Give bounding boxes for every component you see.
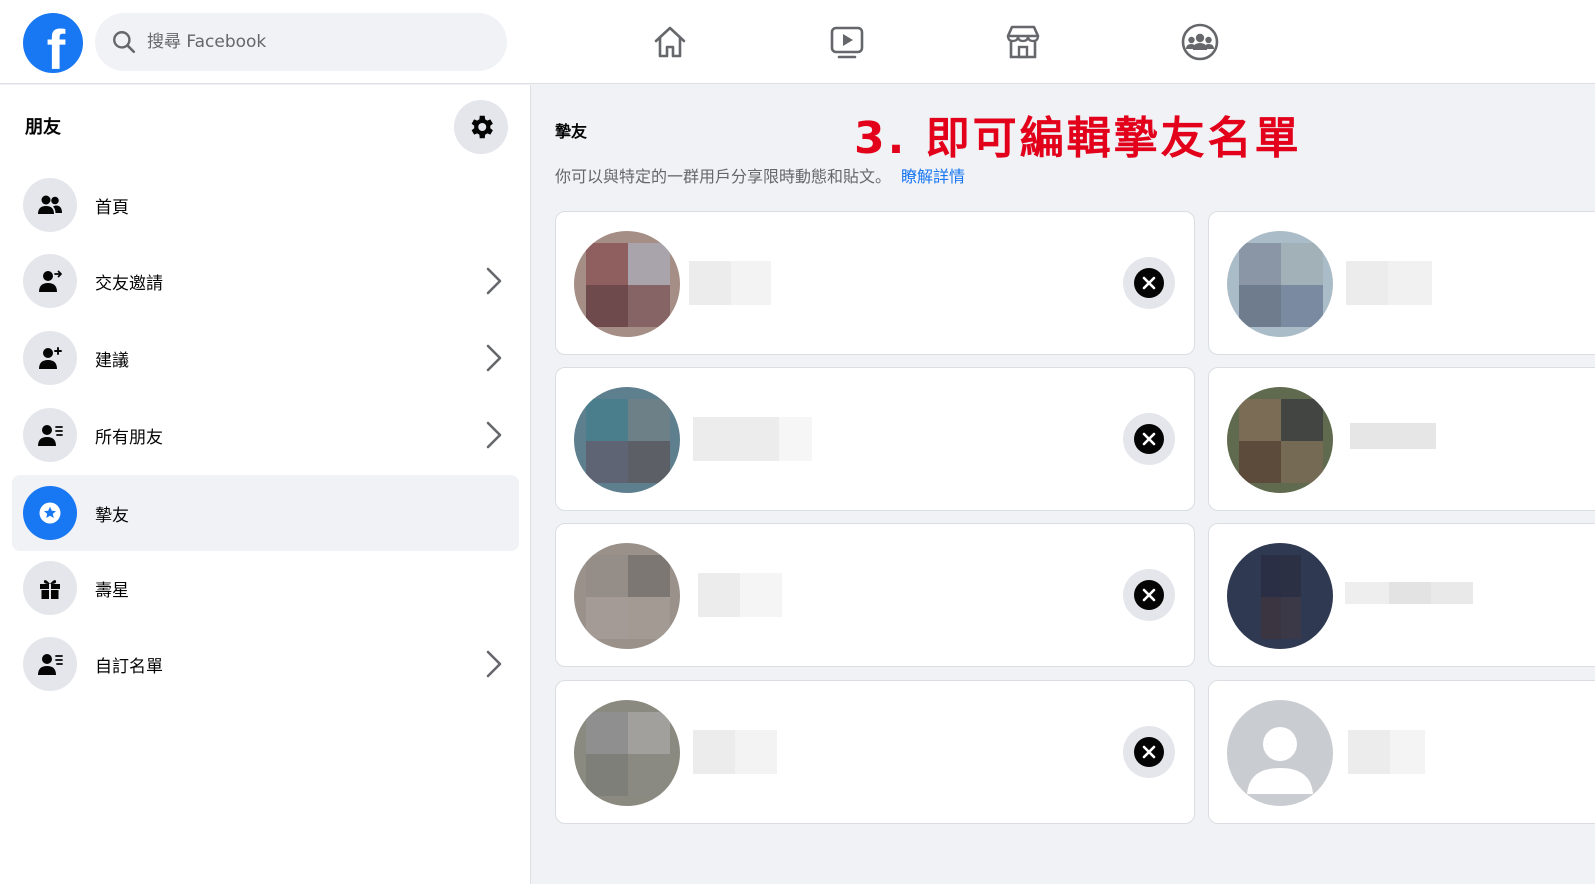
friend-list-icon	[23, 408, 77, 462]
sidebar-item-label: 交友邀請	[95, 273, 163, 294]
friend-card[interactable]	[555, 523, 1195, 667]
sidebar-item-label: 首頁	[95, 197, 129, 218]
friend-card[interactable]	[1208, 211, 1595, 355]
name-redacted	[693, 730, 777, 774]
groups-icon[interactable]	[1178, 20, 1222, 64]
friend-card[interactable]	[1208, 367, 1595, 511]
gift-icon	[23, 561, 77, 615]
sidebar-item-close-friends[interactable]: 摯友	[12, 475, 519, 551]
avatar[interactable]	[574, 543, 680, 649]
chevron-right-icon	[486, 267, 502, 295]
chevron-right-icon	[486, 650, 502, 678]
sidebar-item-label: 摯友	[95, 505, 129, 526]
name-redacted	[689, 261, 771, 305]
custom-list-icon	[23, 637, 77, 691]
sidebar-item-label: 壽星	[95, 580, 129, 601]
search-box[interactable]	[95, 13, 507, 71]
learn-more-link[interactable]: 瞭解詳情	[901, 167, 965, 186]
avatar[interactable]	[1227, 231, 1333, 337]
page-description: 你可以與特定的一群用戶分享限時動態和貼文。 瞭解詳情	[555, 163, 965, 187]
close-icon	[1142, 745, 1156, 759]
page-title: 摯友	[555, 122, 588, 141]
sidebar-item-label: 建議	[95, 350, 129, 371]
settings-button[interactable]	[454, 100, 508, 154]
facebook-logo[interactable]: f	[23, 13, 83, 78]
close-icon	[1142, 588, 1156, 602]
avatar[interactable]	[574, 387, 680, 493]
name-redacted	[1346, 261, 1432, 305]
friend-card[interactable]	[555, 680, 1195, 824]
sidebar-item-home[interactable]: 首頁	[12, 167, 519, 243]
name-redacted	[1350, 423, 1436, 449]
avatar[interactable]	[574, 700, 680, 806]
gear-icon	[471, 115, 493, 139]
close-icon	[1142, 276, 1156, 290]
remove-friend-button[interactable]	[1123, 569, 1175, 621]
remove-friend-button[interactable]	[1123, 257, 1175, 309]
friend-card[interactable]	[1208, 680, 1595, 824]
name-redacted	[1345, 582, 1473, 604]
friend-card[interactable]	[1208, 523, 1595, 667]
avatar[interactable]	[1227, 543, 1333, 649]
name-redacted	[698, 573, 782, 617]
marketplace-icon[interactable]	[1001, 20, 1045, 64]
watch-icon[interactable]	[825, 20, 869, 64]
default-profile-icon	[1247, 727, 1313, 794]
sidebar-item-custom-lists[interactable]: 自訂名單	[12, 626, 519, 702]
top-navigation-bar: f	[0, 0, 1595, 84]
name-redacted	[1348, 730, 1425, 774]
avatar[interactable]	[574, 231, 680, 337]
sidebar-item-label: 所有朋友	[95, 427, 163, 448]
friend-card[interactable]	[555, 367, 1195, 511]
friends-sidebar: 朋友 首頁 交友邀請 建議 所有朋友 摯友 壽星 自訂名單	[0, 85, 531, 884]
search-input[interactable]	[147, 32, 467, 52]
friend-request-icon	[23, 254, 77, 308]
chevron-right-icon	[486, 344, 502, 372]
friends-icon	[23, 178, 77, 232]
friend-card[interactable]	[555, 211, 1195, 355]
sidebar-item-friend-requests[interactable]: 交友邀請	[12, 243, 519, 319]
sidebar-item-all-friends[interactable]: 所有朋友	[12, 397, 519, 473]
add-friend-icon	[23, 331, 77, 385]
chevron-right-icon	[486, 421, 502, 449]
home-icon[interactable]	[648, 20, 692, 64]
sidebar-item-suggestions[interactable]: 建議	[12, 320, 519, 396]
close-icon	[1142, 432, 1156, 446]
remove-friend-button[interactable]	[1123, 413, 1175, 465]
sidebar-item-birthdays[interactable]: 壽星	[12, 550, 519, 626]
tutorial-annotation: 3. 即可編輯摯友名單	[854, 113, 1302, 164]
name-redacted	[693, 417, 812, 461]
sidebar-item-label: 自訂名單	[95, 656, 163, 677]
sidebar-title: 朋友	[25, 117, 61, 138]
avatar[interactable]	[1227, 387, 1333, 493]
description-text: 你可以與特定的一群用戶分享限時動態和貼文。	[555, 167, 892, 186]
search-icon	[113, 31, 136, 54]
star-icon	[23, 486, 77, 540]
facebook-logo-letter: f	[46, 18, 66, 81]
remove-friend-button[interactable]	[1123, 726, 1175, 778]
avatar[interactable]	[1227, 700, 1333, 806]
